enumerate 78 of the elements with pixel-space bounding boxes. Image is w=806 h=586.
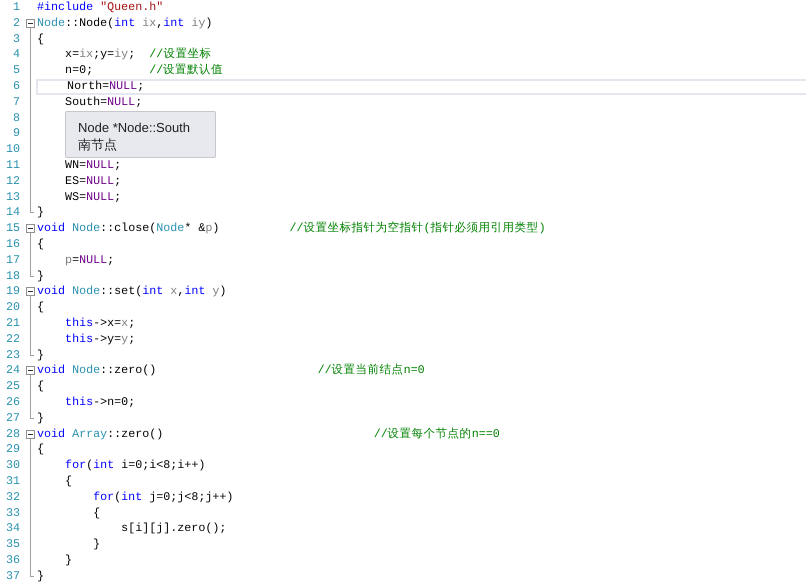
line-number: 9	[12, 126, 21, 142]
code-line: void Node::set(int x,int y)	[36, 284, 228, 300]
line-number: 26	[4, 394, 21, 411]
line-number: 19	[4, 284, 21, 300]
code-line: n=0; //设置默认值	[64, 63, 224, 79]
code-line: {	[92, 506, 102, 522]
code-line: this->n=0;	[64, 394, 136, 411]
collapse-icon[interactable]	[26, 224, 35, 234]
code-line: this->y=y;	[64, 332, 136, 348]
code-line: }	[36, 268, 46, 284]
code-line: {	[36, 442, 46, 458]
line-number: 2	[12, 16, 21, 32]
line-number: 12	[4, 174, 21, 190]
line-number: 23	[4, 348, 21, 364]
code-line: s[i][j].zero();	[120, 521, 228, 538]
line-number: 25	[4, 379, 21, 395]
line-number: 1	[12, 0, 21, 16]
code-line: }	[64, 552, 74, 569]
code-line: for(int i=0;i<8;i++)	[64, 458, 206, 474]
code-line: South=NULL;	[64, 94, 144, 111]
line-number: 15	[4, 221, 21, 237]
line-number: 5	[12, 63, 21, 79]
code-line: x=ix;y=iy; //设置坐标	[64, 47, 212, 64]
collapse-icon[interactable]	[26, 287, 35, 296]
line-number: 8	[12, 110, 21, 126]
line-number: 17	[4, 252, 21, 269]
code-line: this->x=x;	[64, 316, 136, 332]
line-number: 36	[4, 552, 21, 569]
code-line: Node::Node(int ix,int iy)	[36, 16, 214, 32]
line-number: 13	[4, 190, 21, 206]
line-number: 32	[4, 490, 21, 506]
tooltip-description: 南节点	[78, 136, 118, 153]
code-line: void Array::zero() //设置每个节点的n==0	[36, 426, 501, 442]
collapse-icon[interactable]	[26, 18, 35, 28]
line-number: 33	[4, 506, 21, 522]
code-line: void Node::zero() //设置当前结点n=0	[36, 363, 426, 380]
collapse-icon[interactable]	[26, 430, 35, 439]
line-number: 3	[12, 32, 21, 48]
line-number: 35	[4, 537, 21, 553]
line-number: 10	[4, 142, 21, 158]
collapse-icon[interactable]	[26, 366, 35, 376]
code-line: #include "Queen.h"	[36, 0, 164, 16]
line-number: 6	[12, 78, 21, 95]
code-line: WS=NULL;	[64, 190, 122, 206]
line-number: 4	[12, 47, 21, 64]
line-number: 28	[4, 426, 21, 442]
line-number: 34	[4, 521, 21, 538]
line-number: 14	[4, 205, 21, 222]
line-number: 22	[4, 332, 21, 348]
code-line: {	[36, 32, 46, 48]
line-number: 30	[4, 458, 21, 474]
code-line: void Node::close(Node* &p) //设置坐标指针为空指针(指针必须用引用类型)	[36, 221, 547, 237]
code-line: p=NULL;	[64, 252, 116, 269]
line-number: 18	[4, 268, 21, 284]
line-number: 20	[4, 300, 21, 316]
line-number: 27	[4, 410, 21, 427]
line-number: 29	[4, 442, 21, 458]
code-line: }	[36, 348, 46, 364]
line-number: 21	[4, 316, 21, 332]
current-code-line: North=NULL;	[36, 78, 806, 95]
code-line: }	[36, 410, 46, 427]
code-line: for(int j=0;j<8;j++)	[92, 490, 234, 506]
line-number: 37	[4, 568, 21, 584]
code-line: {	[36, 379, 46, 395]
line-number: 24	[4, 363, 21, 380]
line-number: 7	[12, 94, 21, 111]
code-line: ES=NULL;	[64, 174, 122, 190]
code-line: }	[92, 537, 102, 553]
line-number: 31	[4, 474, 21, 490]
code-line: {	[36, 300, 46, 316]
code-line: {	[36, 236, 46, 253]
code-line: WN=NULL;	[64, 158, 122, 174]
line-number: 16	[4, 236, 21, 253]
tooltip-signature: Node *Node::South	[78, 119, 192, 136]
code-line: }	[36, 568, 46, 584]
code-line: {	[64, 474, 74, 490]
code-line: }	[36, 205, 46, 222]
line-number: 11	[4, 158, 21, 174]
